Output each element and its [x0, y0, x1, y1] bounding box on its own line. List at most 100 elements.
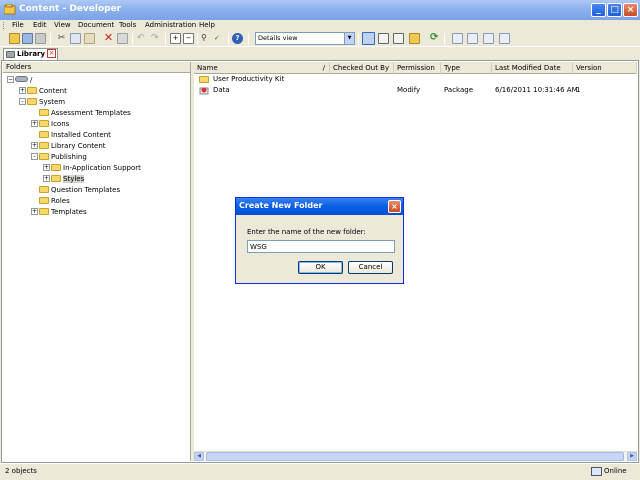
- dialog-close-icon[interactable]: ×: [388, 200, 401, 213]
- horizontal-scrollbar[interactable]: ◀ ▶: [194, 451, 637, 461]
- tree-item[interactable]: + In-Application Support: [7, 163, 141, 174]
- menu-edit[interactable]: Edit: [33, 20, 47, 31]
- paste-icon[interactable]: [84, 33, 95, 44]
- row-name: Data: [213, 86, 230, 94]
- refresh-icon[interactable]: ⟳: [430, 33, 441, 44]
- scroll-thumb[interactable]: [206, 452, 624, 461]
- status-connection: Online: [604, 467, 627, 475]
- details-view-icon[interactable]: [362, 32, 375, 45]
- find-icon[interactable]: ⚲: [201, 33, 212, 44]
- properties-icon[interactable]: [117, 33, 128, 44]
- chevron-down-icon[interactable]: ▼: [344, 33, 354, 44]
- column-header-name[interactable]: Name /: [194, 62, 330, 74]
- menu-document[interactable]: Document: [78, 20, 114, 31]
- check-in-icon[interactable]: [452, 33, 463, 44]
- maximize-button[interactable]: □: [607, 3, 622, 17]
- expand-icon[interactable]: +: [31, 208, 38, 215]
- list-row[interactable]: User Productivity Kit: [194, 74, 637, 85]
- help-icon[interactable]: ?: [232, 33, 243, 44]
- tree-item[interactable]: + Library Content: [7, 141, 141, 152]
- menu-help[interactable]: Help: [199, 20, 215, 31]
- folder-options-icon[interactable]: [409, 33, 420, 44]
- tree-item[interactable]: + Content: [7, 86, 141, 97]
- folder-icon: [39, 186, 49, 193]
- tree-item-selected[interactable]: + Styles: [7, 174, 141, 185]
- expand-icon[interactable]: +: [19, 87, 26, 94]
- column-header-type[interactable]: Type: [441, 62, 492, 74]
- expand-icon[interactable]: +: [31, 120, 38, 127]
- tree-item[interactable]: Installed Content: [7, 130, 141, 141]
- column-header-version[interactable]: Version: [573, 62, 637, 74]
- redo-icon[interactable]: ↷: [151, 33, 162, 44]
- collapse-icon[interactable]: -: [31, 153, 38, 160]
- tree-item[interactable]: + Icons: [7, 119, 141, 130]
- collapse-all-icon[interactable]: −: [183, 33, 194, 44]
- menu-administration[interactable]: Administration: [145, 20, 196, 31]
- collapse-icon[interactable]: −: [7, 76, 14, 83]
- delete-icon[interactable]: ✕: [103, 32, 114, 44]
- folder-icon: [51, 175, 61, 182]
- split-vertical-icon[interactable]: [393, 33, 404, 44]
- tree-item[interactable]: Question Templates: [7, 185, 141, 196]
- tree-root[interactable]: − /: [7, 75, 141, 86]
- expand-icon[interactable]: +: [43, 164, 50, 171]
- undo-icon[interactable]: ↶: [137, 33, 148, 44]
- minimize-button[interactable]: _: [591, 3, 606, 17]
- expand-icon[interactable]: +: [31, 142, 38, 149]
- tree-item-label: Content: [39, 87, 67, 95]
- tree-item[interactable]: - Publishing: [7, 152, 141, 163]
- column-header-last-modified[interactable]: Last Modified Date: [492, 62, 573, 74]
- tree-item[interactable]: Roles: [7, 196, 141, 207]
- folder-name-input[interactable]: [247, 240, 395, 253]
- cut-icon[interactable]: ✂: [56, 33, 67, 44]
- menu-tools[interactable]: Tools: [119, 20, 136, 31]
- tab-library-label: Library: [17, 50, 46, 58]
- tree-item-label: Question Templates: [51, 186, 121, 194]
- status-object-count: 2 objects: [5, 467, 37, 475]
- menu-view[interactable]: View: [54, 20, 71, 31]
- check-out-icon[interactable]: [467, 33, 478, 44]
- expand-all-icon[interactable]: +: [170, 33, 181, 44]
- view-select[interactable]: Details view ▼: [255, 32, 355, 45]
- list-row[interactable]: Data Modify Package 6/16/2011 10:31:46 A…: [194, 85, 637, 96]
- scroll-left-icon[interactable]: ◀: [194, 452, 204, 461]
- menu-file[interactable]: File: [12, 20, 24, 31]
- folder-open-icon: [27, 98, 37, 105]
- window-title: Content - Developer: [19, 4, 122, 14]
- undo-checkout-icon[interactable]: [499, 33, 510, 44]
- column-header-checked-out-by[interactable]: Checked Out By: [330, 62, 394, 74]
- split-horizontal-icon[interactable]: [378, 33, 389, 44]
- folder-tree: − / + Content - System Assessment Templates…: [7, 75, 141, 218]
- tree-item-label: Assessment Templates: [51, 109, 131, 117]
- scroll-right-icon[interactable]: ▶: [627, 452, 637, 461]
- new-folder-icon[interactable]: [9, 33, 20, 44]
- sort-icon: /: [322, 64, 325, 72]
- get-latest-icon[interactable]: [483, 33, 494, 44]
- folder-icon: [39, 197, 49, 204]
- save-icon[interactable]: [22, 33, 33, 44]
- folders-header: Folders: [3, 62, 190, 73]
- export-icon[interactable]: [35, 33, 46, 44]
- tree-item-label: Styles: [63, 175, 85, 183]
- row-permission: Modify: [397, 86, 421, 94]
- expand-icon[interactable]: +: [43, 175, 50, 182]
- title-bar: Content - Developer _ □ ×: [0, 0, 640, 20]
- collapse-icon[interactable]: -: [19, 98, 26, 105]
- close-window-button[interactable]: ×: [623, 3, 638, 17]
- package-icon: [199, 86, 209, 95]
- cancel-button[interactable]: Cancel: [348, 261, 393, 274]
- column-header-permission[interactable]: Permission: [394, 62, 441, 74]
- tree-item[interactable]: - System: [7, 97, 141, 108]
- tree-item[interactable]: Assessment Templates: [7, 108, 141, 119]
- copy-icon[interactable]: [70, 33, 81, 44]
- online-icon: [591, 467, 602, 476]
- tree-item[interactable]: + Templates: [7, 207, 141, 218]
- menu-grip: [3, 22, 5, 29]
- close-tab-icon[interactable]: ×: [47, 49, 56, 58]
- spelling-icon[interactable]: ✓: [214, 33, 225, 44]
- ok-button[interactable]: OK: [298, 261, 343, 274]
- status-bar: 2 objects Online: [0, 463, 640, 480]
- toolbar-separator: [228, 33, 229, 45]
- dialog-prompt: Enter the name of the new folder:: [247, 228, 366, 236]
